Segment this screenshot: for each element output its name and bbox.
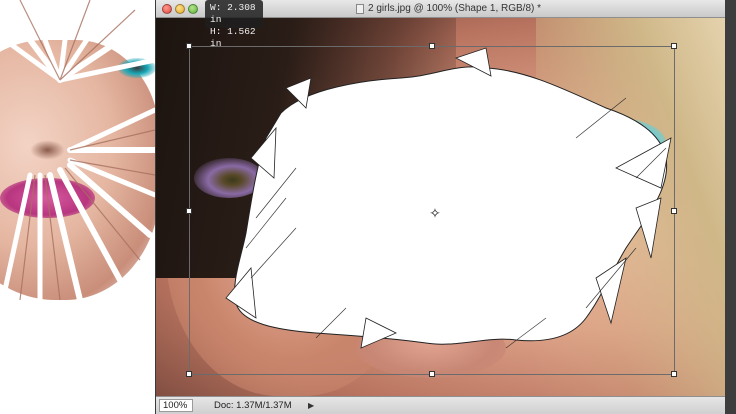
minimize-icon[interactable] bbox=[175, 4, 185, 14]
document-window: 2 girls.jpg @ 100% (Shape 1, RGB/8) * ✧ … bbox=[155, 0, 736, 414]
transform-handle-bottom[interactable] bbox=[429, 371, 435, 377]
transform-handle-top[interactable] bbox=[429, 43, 435, 49]
status-menu-arrow-icon[interactable]: ▶ bbox=[308, 400, 318, 411]
crosshair-icon[interactable]: ✧ bbox=[428, 206, 442, 220]
zoom-level-field[interactable]: 100% bbox=[159, 399, 193, 412]
transform-handle-bottom-right[interactable] bbox=[671, 371, 677, 377]
document-icon bbox=[356, 3, 364, 14]
transform-handle-top-left[interactable] bbox=[186, 43, 192, 49]
image-canvas[interactable]: ✧ bbox=[156, 18, 736, 396]
document-size: Doc: 1.37M/1.37M bbox=[214, 400, 292, 411]
window-title-text: 2 girls.jpg @ 100% (Shape 1, RGB/8) * bbox=[368, 3, 542, 14]
tooltip-height: H: 1.562 in bbox=[210, 26, 256, 49]
transform-handle-left[interactable] bbox=[186, 208, 192, 214]
right-panel-edge bbox=[725, 0, 736, 414]
zoom-icon[interactable] bbox=[188, 4, 198, 14]
screen: 2 girls.jpg @ 100% (Shape 1, RGB/8) * ✧ … bbox=[0, 0, 736, 414]
close-icon[interactable] bbox=[162, 4, 172, 14]
transform-handle-top-right[interactable] bbox=[671, 43, 677, 49]
transform-dimensions-tooltip: W: 2.308 in H: 1.562 in bbox=[205, 0, 263, 49]
tooltip-width: W: 2.308 in bbox=[210, 2, 256, 25]
burst-rays bbox=[0, 0, 158, 300]
transform-handle-right[interactable] bbox=[671, 208, 677, 214]
transform-handle-bottom-left[interactable] bbox=[186, 371, 192, 377]
window-title: 2 girls.jpg @ 100% (Shape 1, RGB/8) * bbox=[356, 3, 541, 14]
status-bar: 100% Doc: 1.37M/1.37M ▶ bbox=[156, 396, 736, 414]
